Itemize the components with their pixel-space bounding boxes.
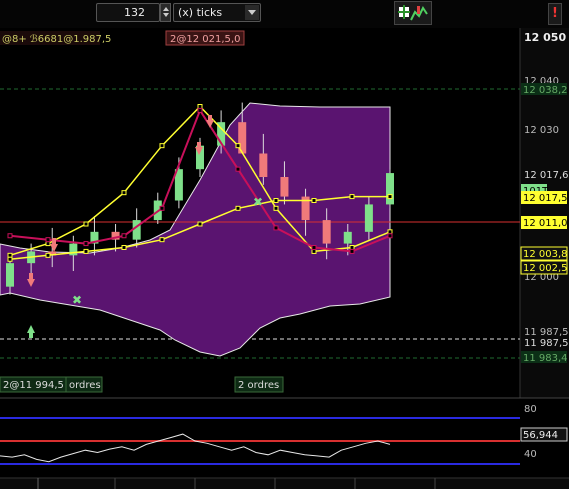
chart-toolbar: 132 (x) ticks !: [0, 0, 569, 29]
slow-ma-line-point: [349, 194, 355, 200]
slow-ma-line-point: [311, 198, 317, 203]
trend-ma-line-point: [311, 245, 317, 250]
fast-ma-line-point: [45, 241, 51, 247]
trend-ma-line-point: [197, 107, 203, 113]
unit-select-label: (x) ticks: [178, 6, 223, 19]
fast-ma-line-point: [311, 248, 317, 254]
oscillator-tick: 80: [524, 404, 537, 415]
candle-up: [364, 204, 373, 232]
current-price-badge: 12 017,5: [523, 193, 568, 204]
candle-up: [6, 263, 14, 287]
period-stepper[interactable]: [160, 3, 171, 22]
cross-icon: ✖: [253, 195, 263, 209]
price-badge: 12 003,8: [523, 249, 568, 260]
candle-up: [386, 173, 394, 205]
slow-ma-line-point: [197, 221, 203, 227]
slow-ma-line-point: [45, 252, 51, 258]
candle-down: [259, 153, 268, 177]
alert-button[interactable]: !: [548, 3, 562, 25]
price-tick: 12 050: [524, 31, 566, 44]
order-label: @8+ ℬ6681@1.987,5: [2, 34, 111, 45]
fast-ma-line-point: [273, 205, 279, 211]
price-tick: 11 987,5: [524, 327, 569, 338]
price-badge: 12 017,6: [524, 170, 569, 181]
slow-ma-line-point: [83, 248, 89, 254]
oscillator-value-badge: 56,944: [523, 430, 558, 441]
candle-down: [322, 220, 331, 244]
candle-up: [343, 231, 352, 244]
price-badge: 11 987,5: [524, 338, 569, 349]
period-input[interactable]: 132: [96, 3, 160, 22]
fast-ma-line-point: [235, 143, 241, 149]
indicator-tool-icon: [398, 5, 428, 21]
cross-icon: ✖: [72, 293, 82, 307]
order-label: 2 ordres: [238, 380, 279, 391]
chevron-down-icon[interactable]: [245, 5, 259, 20]
chevron-down-icon[interactable]: [162, 13, 169, 17]
red-line-badge: 12 011,0: [523, 218, 568, 229]
trend-ma-line-point: [273, 225, 279, 231]
oscillator-panel: [0, 398, 520, 478]
unit-select[interactable]: (x) ticks: [173, 3, 261, 22]
fast-ma-line-point: [159, 143, 165, 149]
add-indicator-button[interactable]: [394, 1, 432, 25]
order-label: ,0: [231, 34, 241, 45]
slow-ma-line-point: [159, 237, 165, 243]
trend-ma-line-point: [83, 241, 89, 247]
fast-ma-line-point: [197, 104, 203, 109]
trend-ma-line-point: [235, 166, 241, 172]
trend-ma-line-point: [45, 237, 51, 243]
slow-ma-line-point: [121, 245, 127, 250]
price-chart: ✖ ✖ 12 050 12 040 12 030 12 000 11 987,5…: [0, 28, 569, 489]
trend-ma-line-point: [159, 205, 165, 211]
trend-ma-line-point: [121, 233, 127, 239]
slow-ma-line-point: [235, 205, 241, 211]
slow-ma-line-point: [273, 198, 279, 203]
order-label: 2@12 021,5: [170, 34, 231, 45]
trend-ma-line-point: [387, 233, 393, 239]
fast-ma-line-point: [83, 221, 89, 227]
order-label: 2@11 994,5: [3, 380, 64, 391]
price-badge: 12 038,2: [523, 85, 568, 96]
order-label: ordres: [69, 380, 101, 391]
fast-ma-line-point: [7, 252, 13, 258]
fast-ma-line-point: [121, 190, 127, 196]
chevron-up-icon[interactable]: [162, 7, 169, 11]
trend-ma-line-point: [349, 248, 355, 254]
fast-ma-line-point: [387, 229, 393, 235]
fast-ma-line-point: [349, 245, 355, 250]
candle-down: [280, 177, 289, 197]
oscillator-tick: 40: [524, 449, 537, 460]
price-badge: 11 983,4: [523, 353, 568, 364]
slow-ma-line-point: [387, 194, 393, 200]
price-tick: 12 030: [524, 125, 559, 136]
trend-ma-line-point: [7, 233, 13, 239]
price-badge: 12 002,5: [523, 263, 568, 274]
slow-ma-line-point: [7, 256, 13, 262]
